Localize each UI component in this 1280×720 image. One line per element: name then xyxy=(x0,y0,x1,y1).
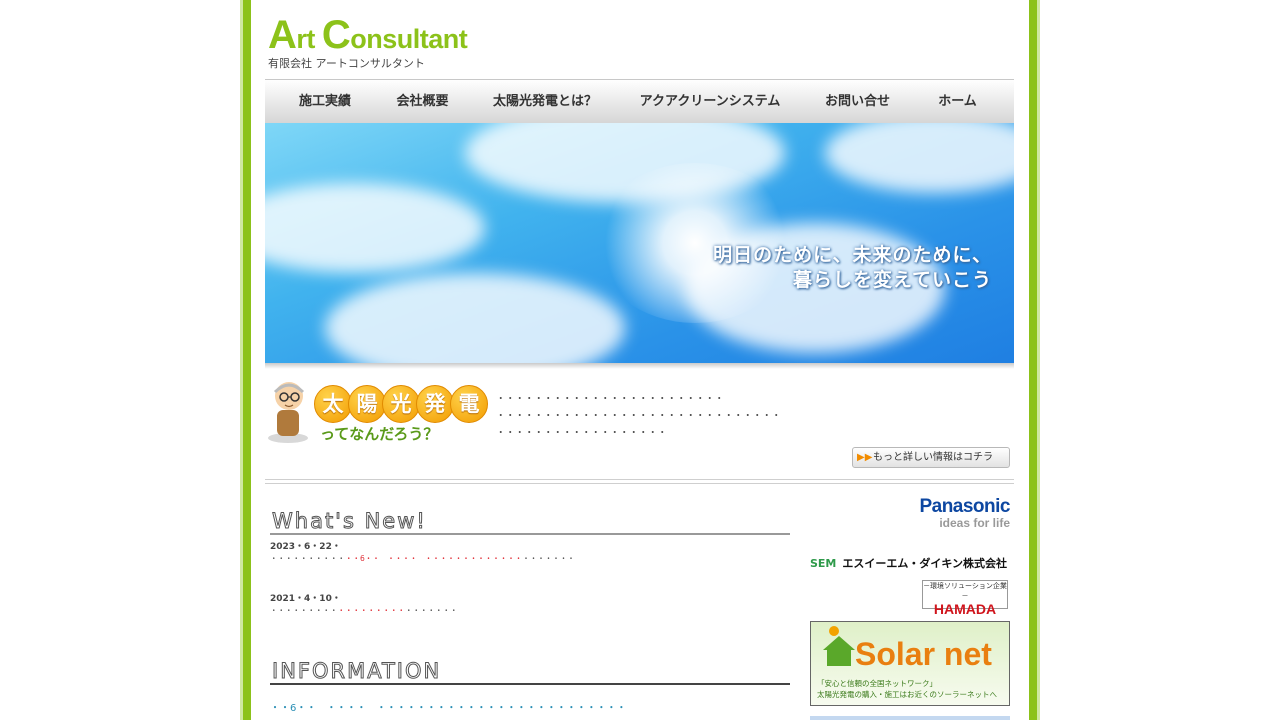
solar-char: 太 xyxy=(314,385,352,423)
nav-home[interactable]: ホーム xyxy=(915,80,1000,122)
news-date: 2023・6・22・ xyxy=(270,542,341,552)
solar-description: ・・・・・・・・・・・・・・・・・・・・・・・・ ・・・・・・・・・・・・・・・… xyxy=(496,391,781,442)
hamada-logo: HAMADA xyxy=(933,601,997,617)
news-link[interactable]: ・・・・・・・・・ xyxy=(338,606,406,615)
cloud xyxy=(825,123,1014,193)
solar-text-line: ・・・・・・・・・・・・・・・・・・ xyxy=(496,428,668,439)
hero-shadow xyxy=(265,363,1014,369)
house-icon xyxy=(823,636,855,650)
cloud xyxy=(265,183,485,273)
sem-daikin-name: エスイーエム・ダイキン株式会社 xyxy=(842,557,1008,570)
solar-char: 発 xyxy=(416,385,454,423)
news-date: 2021・4・10・ xyxy=(270,594,341,604)
nav-company[interactable]: 会社概要 xyxy=(375,80,470,122)
logo-wordmark: Art Consultant xyxy=(268,13,468,57)
house-icon-body xyxy=(827,650,851,666)
panasonic-logo: Panasonic xyxy=(919,496,1010,517)
solar-text-line: ・・・・・・・・・・・・・・・・・・・・・・・・・・・・・・ xyxy=(496,411,782,422)
news-item: ・・・・・・・・・・・・6・・ ・・・・ ・・・・・・・・・・・・・・・・・・・… xyxy=(270,554,575,563)
left-border xyxy=(243,0,251,720)
logo-company-name: 有限会社 アートコンサルタント xyxy=(268,57,425,70)
right-border xyxy=(1029,0,1037,720)
solar-text-line: ・・・・・・・・・・・・・・・・・・・・・・・・ xyxy=(496,394,725,405)
next-banner-edge[interactable] xyxy=(810,716,1010,720)
sun-icon xyxy=(829,626,839,636)
information-link[interactable]: ・・6・・ ・・・・ ・・・・・・・・・・・・・・・・・・・・・・・・・ xyxy=(270,699,626,714)
right-border-light xyxy=(1037,0,1040,720)
double-arrow-icon: ▶▶ xyxy=(857,452,873,463)
more-info-button[interactable]: ▶▶ もっと詳しい情報はコチラ xyxy=(852,447,1010,468)
global-nav: 施工実績 会社概要 太陽光発電とは？ アクアクリーンシステム お問い合せ ホーム xyxy=(265,79,1014,123)
hamada-tagline: －環境ソリューション企業－ xyxy=(923,582,1007,600)
mascot-illustration xyxy=(268,382,308,443)
hamada-banner[interactable]: －環境ソリューション企業－ HAMADA xyxy=(922,580,1008,617)
nav-solar[interactable]: 太陽光発電とは？ xyxy=(480,80,610,122)
solarnet-logo: Solar net xyxy=(855,636,992,672)
information-heading: INFORMATION xyxy=(270,657,790,685)
news-item: ・・・・・・・・・・・・・・・・・・・・・・・・・ xyxy=(270,606,458,615)
site-logo[interactable]: Art Consultant 有限会社 アートコンサルタント xyxy=(268,13,480,72)
solarnet-tagline: 「安心と信頼の全国ネットワーク」 太陽光発電の購入・施工はお近くのソーラーネット… xyxy=(817,679,997,699)
solar-subtitle: ってなんだろう？ xyxy=(320,425,439,443)
solar-char: 陽 xyxy=(348,385,386,423)
nav-works[interactable]: 施工実績 xyxy=(275,80,375,122)
panasonic-banner[interactable]: Panasonic ideas for life xyxy=(880,496,1010,530)
hero-banner: 明日のために、未来のために、 暮らしを変えていこう xyxy=(265,123,1014,363)
whats-new-title: What's New! xyxy=(272,509,427,534)
sem-daikin-banner[interactable]: SEM エスイーエム・ダイキン株式会社 xyxy=(810,552,1010,571)
section-divider xyxy=(265,479,1014,484)
hero-catchcopy: 明日のために、未来のために、 暮らしを変えていこう xyxy=(713,243,992,293)
hero-line-1: 明日のために、未来のために、 xyxy=(713,244,992,266)
information-title: INFORMATION xyxy=(271,659,442,684)
solar-char: 光 xyxy=(382,385,420,423)
panasonic-tagline: ideas for life xyxy=(939,516,1010,530)
more-info-label: もっと詳しい情報はコチラ xyxy=(873,452,993,463)
nav-aqua-clean[interactable]: アクアクリーンシステム xyxy=(625,80,795,122)
solarnet-banner[interactable]: Solar net 「安心と信頼の全国ネットワーク」 太陽光発電の購入・施工はお… xyxy=(810,621,1010,706)
solar-char: 電 xyxy=(450,385,488,423)
nav-contact[interactable]: お問い合せ xyxy=(810,80,905,122)
whats-new-heading: What's New! xyxy=(270,507,790,535)
news-link[interactable]: ・・6・・ ・・・・ ・・・・・・・・・・・・・ xyxy=(345,554,522,563)
hero-line-2: 暮らしを変えていこう xyxy=(792,269,992,291)
cloud xyxy=(325,273,625,363)
sem-logo-icon: SEM xyxy=(810,557,837,570)
